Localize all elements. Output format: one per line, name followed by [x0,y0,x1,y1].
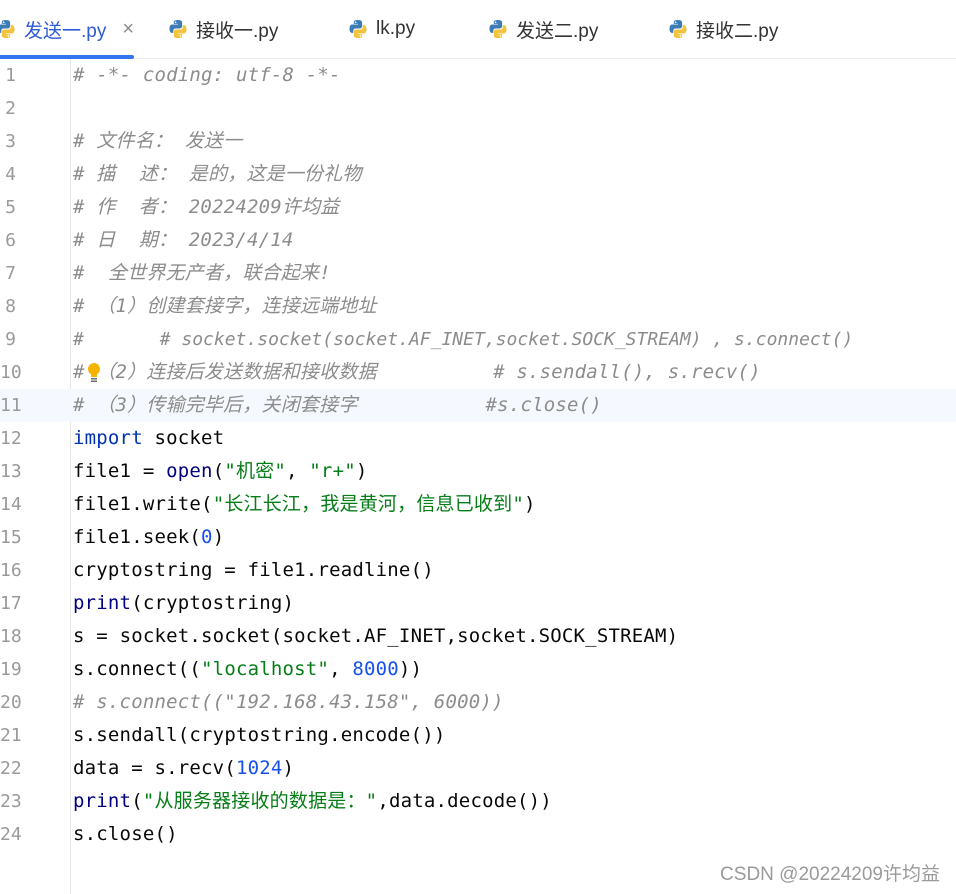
line-number: 16 [0,560,22,581]
code-text: # （1）创建套接字，连接远端地址 [73,295,377,317]
code-line[interactable]: 21 s.sendall(cryptostring.encode()) [0,719,956,752]
line-number: 13 [0,461,22,482]
line-number: 12 [0,428,22,449]
code-text: data = s.recv(1024) [73,757,295,779]
line-number: 10 [0,362,22,383]
editor-tab-bar: 发送一.py × 接收一.py lk.py 发送二.py 接收二.py [0,0,956,59]
line-number: 5 [5,197,16,218]
tab-label: 接收二.py [696,20,779,42]
code-text: s.sendall(cryptostring.encode()) [73,724,446,746]
close-icon[interactable]: × [122,18,134,41]
line-number: 14 [0,494,22,515]
line-number: 17 [0,593,22,614]
code-line-current[interactable]: 11 # （3）传输完毕后，关闭套接字 #s.close() [0,389,956,422]
python-icon [0,20,15,38]
code-line[interactable]: 10 # （2）连接后发送数据和接收数据 # s.sendall(), s.re… [0,356,956,389]
code-line[interactable]: 5 # 作 者： 20224209许均益 [0,191,956,224]
code-line[interactable]: 19 s.connect(("localhost", 8000)) [0,653,956,686]
code-text: # 日 期： 2023/4/14 [73,229,294,251]
code-text: s.close() [73,823,178,845]
code-text: file1 = open("机密", "r+") [73,460,368,482]
line-number: 19 [0,659,22,680]
code-text: cryptostring = file1.readline() [73,559,434,581]
code-line[interactable]: 15 file1.seek(0) [0,521,956,554]
lightbulb-icon[interactable] [86,362,102,384]
code-text: # （2）连接后发送数据和接收数据 # s.sendall(), s.recv(… [73,361,761,383]
line-number: 6 [5,230,16,251]
code-line[interactable]: 9 # # socket.socket(socket.AF_INET,socke… [0,323,956,356]
code-line[interactable]: 18 s = socket.socket(socket.AF_INET,sock… [0,620,956,653]
tab-label: 接收一.py [196,20,279,42]
code-text: s.connect(("localhost", 8000)) [73,658,423,680]
tab-fasong-er[interactable]: 发送二.py [488,0,598,58]
code-text: import socket [73,427,225,449]
code-text: # 作 者： 20224209许均益 [73,196,340,218]
code-text: s = socket.socket(socket.AF_INET,socket.… [73,625,679,647]
code-line[interactable]: 6 # 日 期： 2023/4/14 [0,224,956,257]
code-text: # # socket.socket(socket.AF_INET,socket.… [73,329,854,350]
tab-label: lk.py [376,18,416,39]
line-number: 9 [5,329,16,350]
line-number: 22 [0,758,22,779]
code-text: # -*- coding: utf-8 -*- [73,64,341,86]
line-number: 11 [0,395,22,416]
line-number: 20 [0,692,22,713]
line-number: 4 [5,164,16,185]
code-line[interactable]: 13 file1 = open("机密", "r+") [0,455,956,488]
line-number: 7 [5,263,16,284]
code-text: # （3）传输完毕后，关闭套接字 #s.close() [73,394,602,416]
line-number: 3 [5,131,16,152]
line-number: 8 [5,296,16,317]
line-number: 21 [0,725,22,746]
code-text: print("从服务器接收的数据是：",data.decode()) [73,790,552,812]
tab-label: 发送二.py [516,20,599,42]
line-number: 15 [0,527,22,548]
tab-fasong-yi[interactable]: 发送一.py × [0,0,135,59]
code-text: print(cryptostring) [73,592,295,614]
python-icon [169,20,187,38]
code-text: file1.seek(0) [73,526,225,548]
code-line[interactable]: 22 data = s.recv(1024) [0,752,956,785]
code-line[interactable]: 24 s.close() [0,818,956,851]
line-number: 2 [5,98,16,119]
watermark: CSDN @20224209许均益 [720,864,940,885]
code-line[interactable]: 2 [0,92,956,125]
code-text: # 文件名： 发送一 [73,130,243,152]
code-line[interactable]: 7 # 全世界无产者，联合起来! [0,257,956,290]
code-line[interactable]: 23 print("从服务器接收的数据是：",data.decode()) [0,785,956,818]
code-line[interactable]: 20 # s.connect(("192.168.43.158", 6000)) [0,686,956,719]
tab-jieshou-yi[interactable]: 接收一.py [168,0,278,58]
line-number: 18 [0,626,22,647]
python-icon [489,20,507,38]
code-line[interactable]: 3 # 文件名： 发送一 [0,125,956,158]
code-editor[interactable]: 1 # -*- coding: utf-8 -*- 2 3 # 文件名： 发送一… [0,59,956,894]
line-number: 1 [5,65,16,86]
code-text: # 全世界无产者，联合起来! [73,262,331,284]
tab-label: 发送一.py [24,20,107,42]
python-icon [349,20,367,38]
line-number: 24 [0,824,22,845]
code-line[interactable]: 17 print(cryptostring) [0,587,956,620]
code-text: # s.connect(("192.168.43.158", 6000)) [73,691,504,713]
code-line[interactable]: 14 file1.write("长江长江，我是黄河，信息已收到") [0,488,956,521]
python-icon [669,20,687,38]
tab-lk[interactable]: lk.py [348,0,415,58]
code-line[interactable]: 16 cryptostring = file1.readline() [0,554,956,587]
code-text: file1.write("长江长江，我是黄河，信息已收到") [73,493,536,515]
code-text: # 描 述： 是的，这是一份礼物 [73,163,362,185]
code-line[interactable]: 8 # （1）创建套接字，连接远端地址 [0,290,956,323]
code-line[interactable]: 12 import socket [0,422,956,455]
code-line[interactable]: 1 # -*- coding: utf-8 -*- [0,59,956,92]
line-number: 23 [0,791,22,812]
code-line[interactable]: 4 # 描 述： 是的，这是一份礼物 [0,158,956,191]
tab-jieshou-er[interactable]: 接收二.py [668,0,778,58]
